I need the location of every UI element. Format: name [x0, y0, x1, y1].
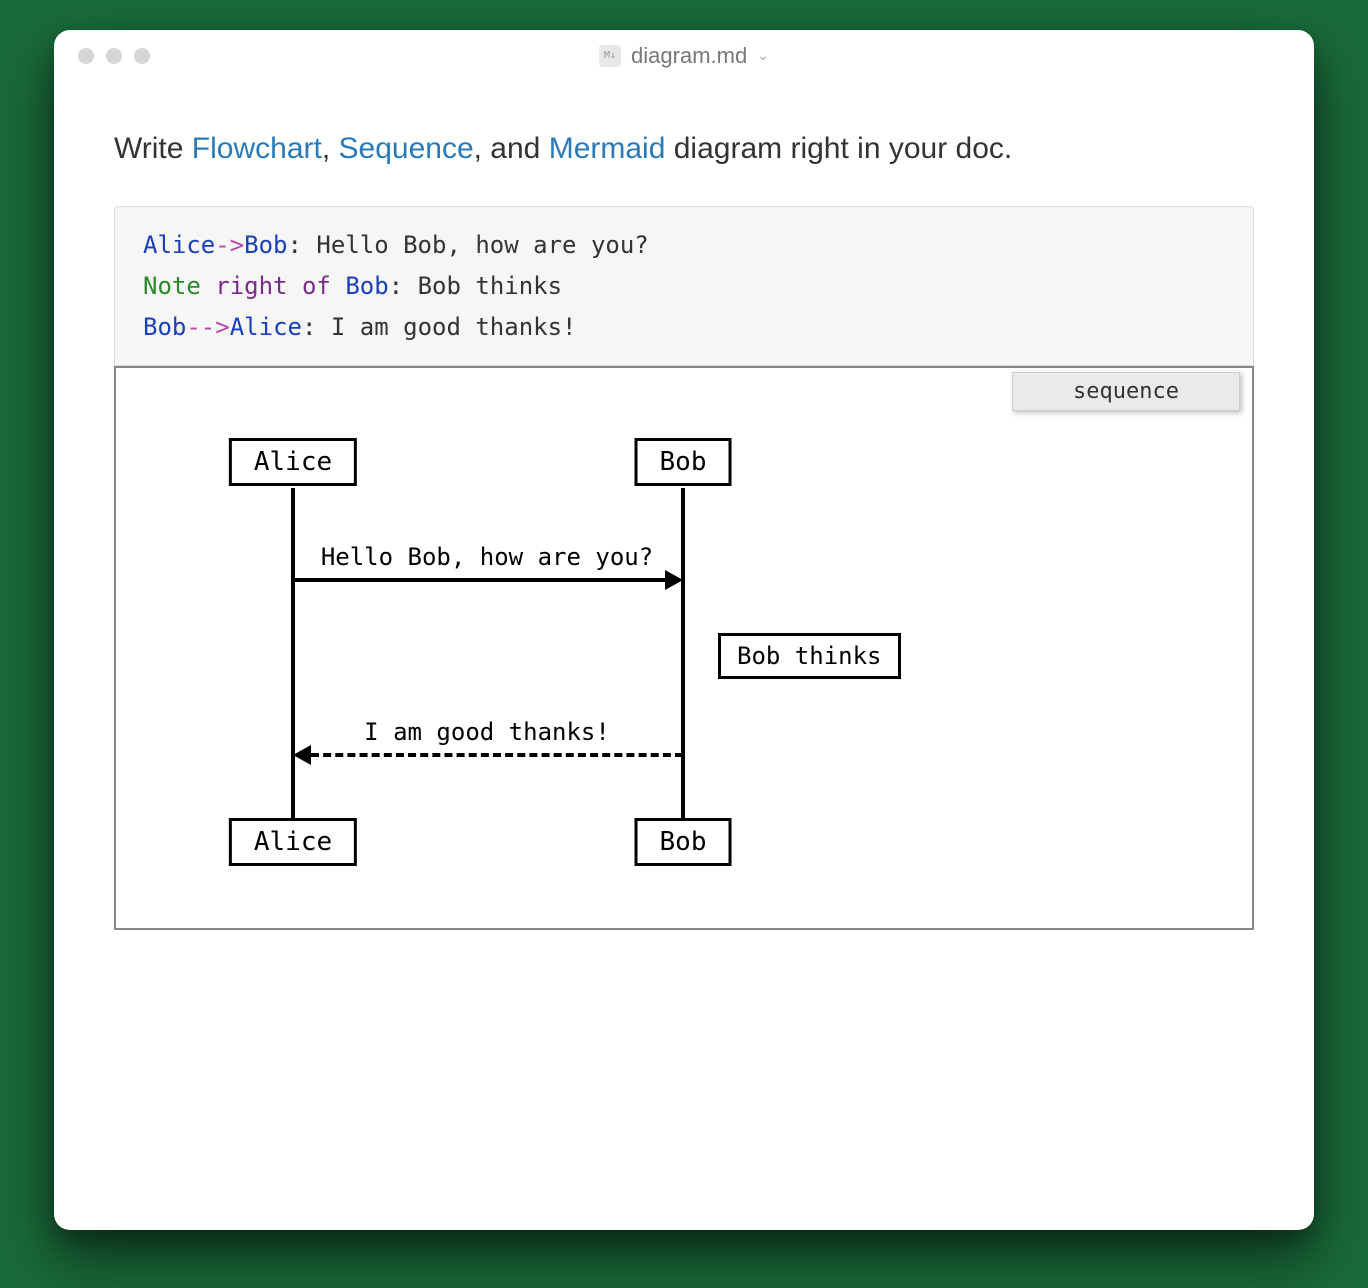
code-token-actor: Bob: [143, 313, 186, 341]
actor-box-bob-top: Bob: [635, 438, 732, 486]
arrowhead-left-icon: [293, 745, 311, 765]
intro-text: , and: [474, 132, 549, 165]
message-arrow-dashed: [311, 753, 683, 757]
lifeline-bob: [681, 488, 685, 818]
intro-text: Write: [114, 132, 192, 165]
code-token-actor: Alice: [230, 313, 302, 341]
document-content[interactable]: Write Flowchart, Sequence, and Mermaid d…: [54, 82, 1314, 1230]
message-arrow-solid: [293, 578, 665, 582]
app-window: M↓ diagram.md ⌄ Write Flowchart, Sequenc…: [54, 30, 1314, 1230]
code-line: Bob-->Alice: I am good thanks!: [143, 307, 1225, 348]
flowchart-link[interactable]: Flowchart: [192, 132, 322, 165]
code-token-actor: Alice: [143, 231, 215, 259]
code-token-text: : I am good thanks!: [302, 313, 577, 341]
actor-box-bob-bottom: Bob: [635, 818, 732, 866]
code-token-arrow: ->: [215, 231, 244, 259]
actor-box-alice-bottom: Alice: [229, 818, 357, 866]
minimize-window-button[interactable]: [106, 48, 122, 64]
code-token-actor: Bob: [244, 231, 287, 259]
titlebar: M↓ diagram.md ⌄: [54, 30, 1314, 82]
chevron-down-icon[interactable]: ⌄: [757, 47, 769, 64]
code-token-text: : Bob thinks: [389, 272, 562, 300]
traffic-lights: [78, 48, 150, 64]
filename-label: diagram.md: [631, 43, 747, 69]
mermaid-link[interactable]: Mermaid: [549, 132, 666, 165]
sequence-diagram: Alice Bob Alice Bob Hello Bob, how are y…: [116, 438, 1252, 868]
diagram-output: sequence Alice Bob Alice Bob Hello Bob, …: [114, 366, 1254, 930]
actor-box-alice-top: Alice: [229, 438, 357, 486]
markdown-file-icon: M↓: [599, 45, 621, 67]
code-token-arrow: -->: [186, 313, 229, 341]
code-token-right: right: [215, 272, 287, 300]
sequence-link[interactable]: Sequence: [339, 132, 474, 165]
code-token-note: Note: [143, 272, 201, 300]
message-text: Hello Bob, how are you?: [321, 543, 653, 571]
message-text: I am good thanks!: [364, 718, 610, 746]
diagram-type-badge: sequence: [1012, 372, 1240, 411]
code-line: Alice->Bob: Hello Bob, how are you?: [143, 225, 1225, 266]
maximize-window-button[interactable]: [134, 48, 150, 64]
arrowhead-right-icon: [665, 570, 683, 590]
code-token-text: : Hello Bob, how are you?: [288, 231, 649, 259]
note-box: Bob thinks: [718, 633, 901, 679]
code-block[interactable]: Alice->Bob: Hello Bob, how are you? Note…: [114, 206, 1254, 366]
title-center[interactable]: M↓ diagram.md ⌄: [599, 43, 769, 69]
code-token-actor: Bob: [345, 272, 388, 300]
intro-text: ,: [322, 132, 339, 165]
close-window-button[interactable]: [78, 48, 94, 64]
intro-text: diagram right in your doc.: [665, 132, 1012, 165]
code-line: Note right of Bob: Bob thinks: [143, 266, 1225, 307]
intro-paragraph: Write Flowchart, Sequence, and Mermaid d…: [114, 132, 1254, 166]
code-token-of: of: [302, 272, 331, 300]
lifeline-alice: [291, 488, 295, 818]
